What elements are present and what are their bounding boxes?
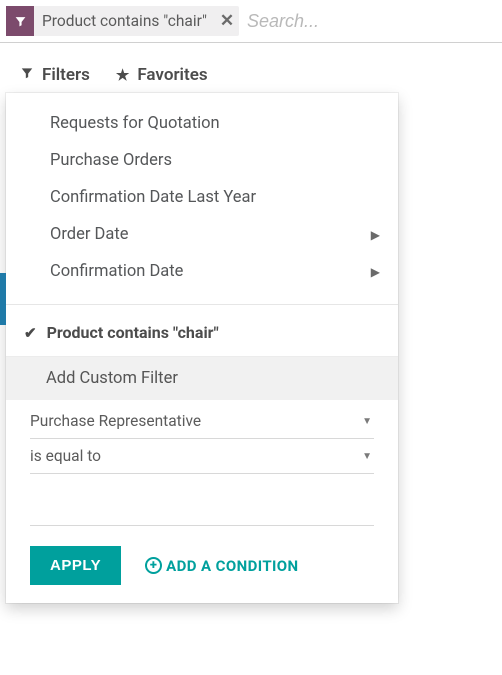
add-condition-button[interactable]: + ADD A CONDITION bbox=[145, 557, 298, 575]
filter-item-purchase-orders[interactable]: Purchase Orders bbox=[6, 142, 398, 179]
add-custom-filter-header[interactable]: Add Custom Filter bbox=[6, 356, 398, 400]
favorites-label: Favorites bbox=[137, 65, 207, 85]
filter-item-label: Order Date bbox=[50, 225, 128, 244]
favorites-dropdown-toggle[interactable]: ★ Favorites bbox=[116, 65, 208, 85]
search-facet: Product contains "chair" ✕ bbox=[6, 6, 239, 36]
filter-item-label: Confirmation Date bbox=[50, 262, 183, 281]
chevron-down-icon: ▼ bbox=[362, 451, 372, 462]
search-bar: Product contains "chair" ✕ bbox=[0, 0, 502, 43]
filters-panel: Requests for Quotation Purchase Orders C… bbox=[6, 93, 398, 603]
active-filter-item[interactable]: ✔ Product contains "chair" bbox=[6, 309, 398, 356]
star-icon: ★ bbox=[116, 66, 129, 84]
custom-filter-actions: APPLY + ADD A CONDITION bbox=[30, 526, 374, 585]
chevron-right-icon: ▶ bbox=[371, 228, 380, 242]
field-select[interactable]: Purchase Representative ▼ bbox=[30, 404, 374, 439]
filters-panel-wrap: Requests for Quotation Purchase Orders C… bbox=[6, 93, 502, 603]
filter-item-conf-date-last-year[interactable]: Confirmation Date Last Year bbox=[6, 179, 398, 216]
filter-presets: Requests for Quotation Purchase Orders C… bbox=[6, 93, 398, 300]
value-input[interactable] bbox=[30, 488, 374, 526]
divider bbox=[6, 304, 398, 305]
operator-select[interactable]: is equal to ▼ bbox=[30, 439, 374, 474]
add-custom-filter-label: Add Custom Filter bbox=[46, 369, 178, 388]
search-input[interactable] bbox=[247, 9, 494, 34]
add-condition-label: ADD A CONDITION bbox=[166, 557, 298, 575]
filter-item-rfq[interactable]: Requests for Quotation bbox=[6, 105, 398, 142]
operator-select-value: is equal to bbox=[30, 447, 101, 465]
field-select-value: Purchase Representative bbox=[30, 412, 201, 430]
filter-item-label: Confirmation Date Last Year bbox=[50, 188, 256, 207]
filter-icon bbox=[20, 66, 34, 84]
remove-facet-button[interactable]: ✕ bbox=[215, 6, 239, 36]
filter-item-label: Requests for Quotation bbox=[50, 114, 220, 133]
apply-button[interactable]: APPLY bbox=[30, 546, 121, 585]
filter-item-confirmation-date[interactable]: Confirmation Date ▶ bbox=[6, 253, 398, 290]
filters-dropdown-toggle[interactable]: Filters bbox=[20, 65, 90, 85]
check-icon: ✔ bbox=[24, 324, 37, 342]
chevron-down-icon: ▼ bbox=[362, 416, 372, 427]
filters-label: Filters bbox=[42, 65, 90, 85]
custom-filter-body: Purchase Representative ▼ is equal to ▼ … bbox=[6, 400, 398, 603]
search-facet-label: Product contains "chair" bbox=[34, 6, 215, 36]
active-filter-label: Product contains "chair" bbox=[47, 323, 219, 342]
filter-icon bbox=[6, 6, 34, 36]
filter-item-label: Purchase Orders bbox=[50, 151, 172, 170]
filter-toolbar: Filters ★ Favorites bbox=[0, 43, 502, 95]
chevron-right-icon: ▶ bbox=[371, 265, 380, 279]
plus-icon: + bbox=[145, 557, 162, 574]
filter-item-order-date[interactable]: Order Date ▶ bbox=[6, 216, 398, 253]
